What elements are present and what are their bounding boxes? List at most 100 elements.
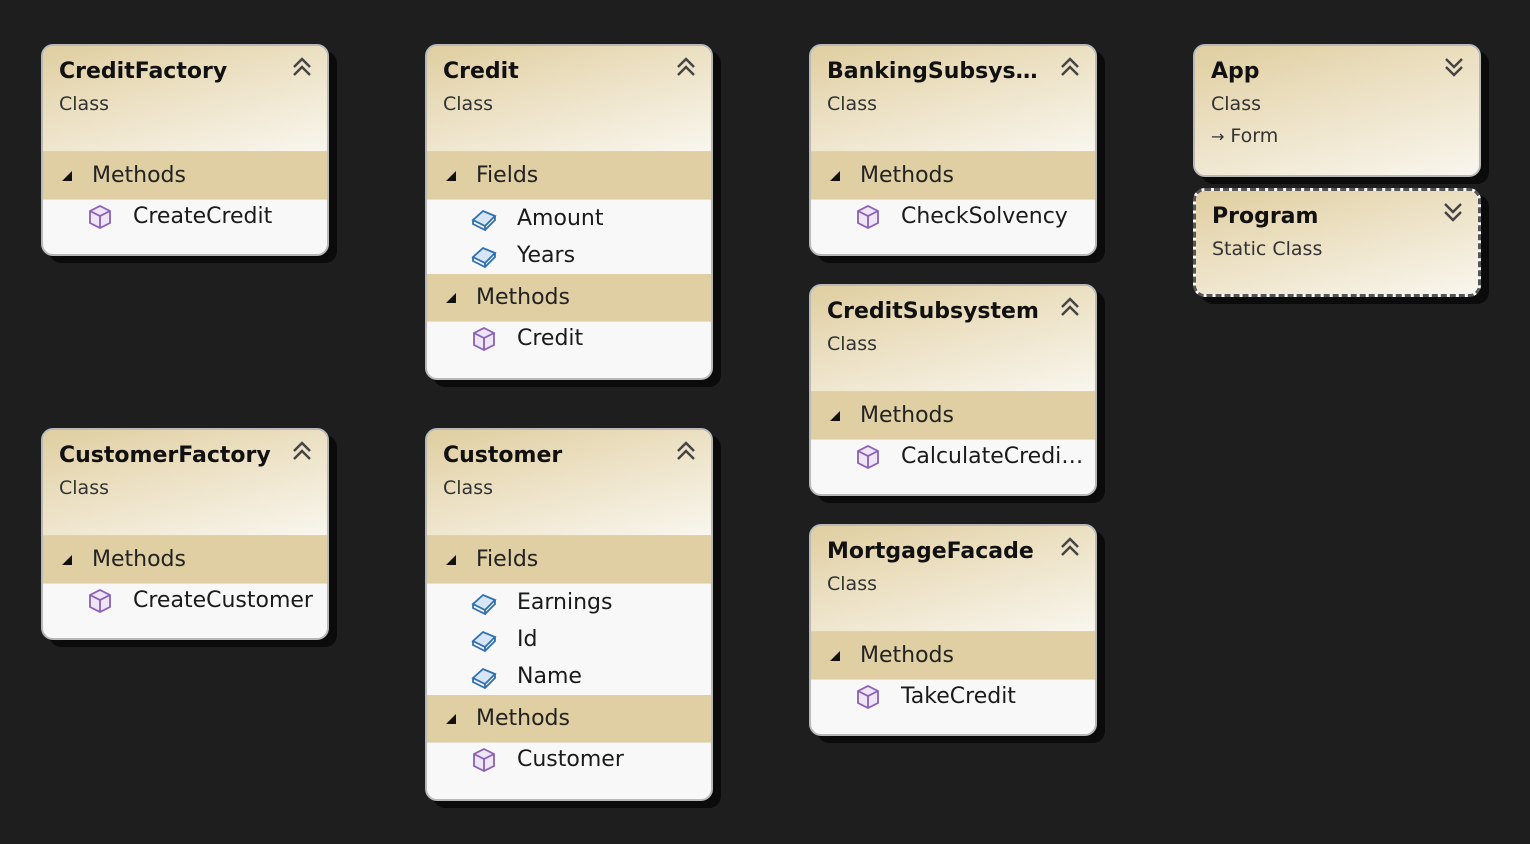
class-title: MortgageFacade: [827, 539, 1034, 564]
method-cube-icon: [89, 204, 111, 230]
expanded-triangle-icon: [830, 650, 840, 661]
field-icon: [471, 593, 497, 615]
section-label: Methods: [860, 403, 954, 428]
class-kind: Class: [827, 573, 877, 595]
field-item[interactable]: Name: [427, 658, 711, 695]
collapse-icon[interactable]: [1057, 534, 1083, 560]
expanded-triangle-icon: [446, 170, 456, 181]
methods-section-header[interactable]: Methods: [811, 392, 1095, 440]
class-kind: Static Class: [1212, 238, 1323, 260]
inheritance-arrow-icon: →: [1211, 127, 1225, 146]
fields-section-header[interactable]: Fields: [427, 536, 711, 584]
method-item[interactable]: CreateCustomer: [43, 584, 327, 629]
class-shape-creditfactory[interactable]: CreditFactory Class Methods CreateCredit: [41, 44, 329, 256]
field-icon: [471, 246, 497, 268]
class-title: Credit: [443, 59, 519, 84]
class-shape-customerfactory[interactable]: CustomerFactory Class Methods CreateCust…: [41, 428, 329, 640]
methods-section-header[interactable]: Methods: [427, 695, 711, 743]
method-cube-icon: [473, 747, 495, 773]
methods-section-header[interactable]: Methods: [811, 152, 1095, 200]
methods-section-header[interactable]: Methods: [43, 152, 327, 200]
class-kind: Class: [443, 477, 493, 499]
collapse-icon[interactable]: [289, 438, 315, 464]
base-type-name: Form: [1230, 125, 1279, 147]
method-item[interactable]: CalculateCredit...: [811, 440, 1095, 485]
expanded-triangle-icon: [62, 170, 72, 181]
class-shape-bankingsubsystem[interactable]: BankingSubsyst... Class Methods CheckSol…: [809, 44, 1097, 256]
section-label: Methods: [476, 706, 570, 731]
class-kind: Class: [827, 93, 877, 115]
class-kind: Class: [59, 93, 109, 115]
expanded-triangle-icon: [830, 170, 840, 181]
base-type: → Form: [1211, 120, 1479, 153]
class-title: Customer: [443, 443, 563, 468]
class-shape-customer[interactable]: Customer Class Fields Earnings Id Name M…: [425, 428, 713, 801]
class-header: Credit Class: [427, 46, 711, 152]
expanded-triangle-icon: [830, 410, 840, 421]
section-label: Methods: [92, 163, 186, 188]
field-name: Name: [517, 664, 582, 689]
class-header: CustomerFactory Class: [43, 430, 327, 536]
class-header: MortgageFacade Class: [811, 526, 1095, 632]
class-header: BankingSubsyst... Class: [811, 46, 1095, 152]
methods-section-header[interactable]: Methods: [811, 632, 1095, 680]
section-label: Methods: [860, 643, 954, 668]
field-item[interactable]: Amount: [427, 200, 711, 237]
field-icon: [471, 630, 497, 652]
field-item[interactable]: Earnings: [427, 584, 711, 621]
class-title: CustomerFactory: [59, 443, 271, 468]
collapse-icon[interactable]: [673, 438, 699, 464]
class-header: Customer Class: [427, 430, 711, 536]
method-item[interactable]: CheckSolvency: [811, 200, 1095, 245]
class-header: Program Static Class: [1196, 191, 1478, 294]
field-item[interactable]: Years: [427, 237, 711, 274]
field-name: Amount: [517, 206, 604, 231]
class-kind: Class: [827, 333, 877, 355]
expand-icon[interactable]: [1440, 199, 1466, 225]
class-header: App Class → Form: [1195, 46, 1479, 175]
method-cube-icon: [857, 444, 879, 470]
field-name: Earnings: [517, 590, 613, 615]
class-title: BankingSubsyst...: [827, 59, 1047, 84]
method-name: CreateCredit: [133, 204, 273, 229]
collapse-icon[interactable]: [289, 54, 315, 80]
method-item[interactable]: Credit: [427, 322, 711, 367]
class-shape-credit[interactable]: Credit Class Fields Amount Years Methods…: [425, 44, 713, 380]
method-name: CheckSolvency: [901, 204, 1068, 229]
class-shape-app[interactable]: App Class → Form: [1193, 44, 1481, 177]
method-cube-icon: [89, 588, 111, 614]
class-shape-program[interactable]: Program Static Class: [1193, 188, 1481, 297]
method-item[interactable]: Customer: [427, 743, 711, 788]
section-label: Methods: [92, 547, 186, 572]
field-name: Years: [517, 243, 576, 268]
class-title: CreditFactory: [59, 59, 228, 84]
methods-section-header[interactable]: Methods: [43, 536, 327, 584]
method-name: Credit: [517, 326, 584, 351]
expanded-triangle-icon: [446, 292, 456, 303]
expanded-triangle-icon: [446, 554, 456, 565]
collapse-icon[interactable]: [1057, 294, 1083, 320]
section-label: Methods: [476, 285, 570, 310]
methods-section-header[interactable]: Methods: [427, 274, 711, 322]
class-title: App: [1211, 59, 1260, 84]
method-name: CalculateCredit...: [901, 444, 1085, 469]
field-name: Id: [517, 627, 538, 652]
section-label: Methods: [860, 163, 954, 188]
method-item[interactable]: TakeCredit: [811, 680, 1095, 725]
fields-section-header[interactable]: Fields: [427, 152, 711, 200]
class-header: CreditFactory Class: [43, 46, 327, 152]
method-item[interactable]: CreateCredit: [43, 200, 327, 245]
class-shape-creditsubsystem[interactable]: CreditSubsystem Class Methods CalculateC…: [809, 284, 1097, 496]
expand-icon[interactable]: [1441, 54, 1467, 80]
class-shape-mortgagefacade[interactable]: MortgageFacade Class Methods TakeCredit: [809, 524, 1097, 736]
expanded-triangle-icon: [62, 554, 72, 565]
section-label: Fields: [476, 163, 539, 188]
field-icon: [471, 667, 497, 689]
field-item[interactable]: Id: [427, 621, 711, 658]
class-kind: Class: [1211, 93, 1261, 115]
class-title: Program: [1212, 204, 1319, 229]
class-kind: Class: [443, 93, 493, 115]
section-label: Fields: [476, 547, 539, 572]
collapse-icon[interactable]: [1057, 54, 1083, 80]
collapse-icon[interactable]: [673, 54, 699, 80]
